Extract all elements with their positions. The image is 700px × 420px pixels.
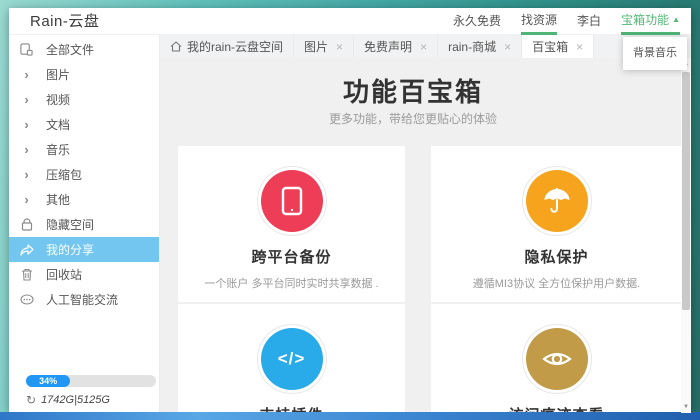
sidebar-item-label: 我的分享 <box>46 241 94 258</box>
treasure-menu-button[interactable]: 宝箱功能▲ <box>621 8 680 35</box>
chevron-right-icon: › <box>19 167 34 182</box>
card-description: 遵循MI3协议 全方位保护用户数据. <box>431 275 682 291</box>
code-icon: </> <box>261 328 323 390</box>
code-glyph: </> <box>278 349 306 369</box>
tab-my-cloud-space[interactable]: 我的rain-云盘空间 <box>160 35 294 58</box>
card-title: 跨平台备份 <box>178 246 405 267</box>
page-subtitle: 更多功能，带给您更贴心的体验 <box>160 110 666 127</box>
app-window: Rain-云盘 永久免费 找资源 李白 宝箱功能▲ 背景音乐 全部文件 › 图片 <box>9 8 691 413</box>
storage-progress: 34% <box>26 375 156 387</box>
sidebar-item-label: 人工智能交流 <box>46 291 118 308</box>
header: Rain-云盘 永久免费 找资源 李白 宝箱功能▲ <box>9 8 691 35</box>
card-description: 一个账户 多平台同时实时共享数据 . <box>178 275 405 291</box>
sidebar-item-music[interactable]: › 音乐 <box>9 137 159 162</box>
card-icon-ring <box>522 324 592 394</box>
tab-free-statement[interactable]: 免费声明 × <box>354 35 438 58</box>
share-icon <box>19 242 34 257</box>
header-link-find-resources[interactable]: 找资源 <box>521 8 557 35</box>
eye-icon <box>526 328 588 390</box>
app-title: Rain-云盘 <box>30 8 99 34</box>
tab-images[interactable]: 图片 × <box>294 35 354 58</box>
page-title: 功能百宝箱 <box>160 72 666 109</box>
header-link-free-forever[interactable]: 永久免费 <box>453 8 501 35</box>
card-icon-ring <box>257 166 327 236</box>
sidebar-item-label: 视频 <box>46 91 70 108</box>
sidebar-item-videos[interactable]: › 视频 <box>9 87 159 112</box>
tab-label: 百宝箱 <box>532 38 568 55</box>
sidebar-item-label: 音乐 <box>46 141 70 158</box>
card-plugin-support[interactable]: </> 支持插件 <box>178 304 405 413</box>
header-link-username[interactable]: 李白 <box>577 8 601 35</box>
files-icon <box>19 42 34 57</box>
tab-rain-mall[interactable]: rain-商城 × <box>438 35 522 58</box>
chevron-up-icon: ▲ <box>672 15 680 24</box>
chevron-right-icon: › <box>19 117 34 132</box>
card-access-trace-view[interactable]: 访问痕迹查看 <box>431 304 682 413</box>
storage-section: 34% ↻ 1742G|5125G <box>9 375 160 407</box>
sidebar-item-label: 其他 <box>46 191 70 208</box>
sidebar-item-label: 文档 <box>46 116 70 133</box>
chat-icon <box>19 292 34 307</box>
sidebar-item-images[interactable]: › 图片 <box>9 62 159 87</box>
sidebar-item-all-files[interactable]: 全部文件 <box>9 37 159 62</box>
scrollbar-thumb[interactable] <box>682 72 690 310</box>
scroll-down-icon[interactable]: ▼ <box>683 401 689 413</box>
chevron-right-icon: › <box>19 92 34 107</box>
phone-icon <box>261 170 323 232</box>
chevron-right-icon: › <box>19 192 34 207</box>
chevron-right-icon: › <box>19 67 34 82</box>
card-icon-ring: </> <box>257 324 327 394</box>
desktop-bottom-edge <box>0 412 700 420</box>
sidebar-item-label: 回收站 <box>46 266 82 283</box>
feature-cards: 跨平台备份 一个账户 多平台同时实时共享数据 . 隐私保护 遵循MI3协议 全方… <box>178 146 682 413</box>
sidebar-item-other[interactable]: › 其他 <box>9 187 159 212</box>
chevron-right-icon: › <box>19 142 34 157</box>
tab-label: 图片 <box>304 38 328 55</box>
close-icon[interactable]: × <box>336 40 343 54</box>
sidebar-item-archives[interactable]: › 压缩包 <box>9 162 159 187</box>
close-icon[interactable]: × <box>576 40 583 54</box>
card-privacy-protection[interactable]: 隐私保护 遵循MI3协议 全方位保护用户数据. <box>431 146 682 302</box>
sidebar-item-label: 全部文件 <box>46 41 94 58</box>
sidebar: 全部文件 › 图片 › 视频 › 文档 › 音乐 › 压缩包 <box>9 35 160 413</box>
close-icon[interactable]: × <box>420 40 427 54</box>
tab-label: 免费声明 <box>364 38 412 55</box>
main-content: 功能百宝箱 更多功能，带给您更贴心的体验 跨平台备份 一个账户 多平台同时实时共… <box>160 58 691 413</box>
sidebar-item-label: 隐藏空间 <box>46 216 94 233</box>
sidebar-item-documents[interactable]: › 文档 <box>9 112 159 137</box>
card-cross-platform-backup[interactable]: 跨平台备份 一个账户 多平台同时实时共享数据 . <box>178 146 405 302</box>
card-title: 隐私保护 <box>431 246 682 267</box>
close-icon[interactable]: × <box>504 40 511 54</box>
treasure-menu-label: 宝箱功能 <box>621 13 669 27</box>
sidebar-item-hidden-space[interactable]: 隐藏空间 <box>9 212 159 237</box>
trash-icon <box>19 267 34 282</box>
header-links: 永久免费 找资源 李白 宝箱功能▲ <box>453 8 691 34</box>
sidebar-item-ai-chat[interactable]: 人工智能交流 <box>9 287 159 312</box>
storage-usage-text: 1742G|5125G <box>41 394 110 406</box>
dropdown-menu: 背景音乐 <box>623 37 687 70</box>
tab-label: 我的rain-云盘空间 <box>187 38 283 55</box>
dropdown-item-background-music[interactable]: 背景音乐 <box>623 37 687 70</box>
home-icon <box>170 41 182 52</box>
sidebar-item-label: 图片 <box>46 66 70 83</box>
sync-icon[interactable]: ↻ <box>26 393 36 407</box>
tab-treasure-box[interactable]: 百宝箱 × <box>522 35 594 58</box>
storage-progress-fill: 34% <box>26 375 70 387</box>
umbrella-icon <box>526 170 588 232</box>
sidebar-item-label: 压缩包 <box>46 166 82 183</box>
lock-icon <box>19 217 34 232</box>
card-icon-ring <box>522 166 592 236</box>
sidebar-item-my-shares[interactable]: 我的分享 <box>9 237 159 262</box>
tab-bar: 我的rain-云盘空间 图片 × 免费声明 × rain-商城 × 百宝箱 × <box>160 35 691 58</box>
scrollbar[interactable]: ▲ ▼ <box>681 58 691 413</box>
tab-label: rain-商城 <box>448 38 496 55</box>
sidebar-item-recycle-bin[interactable]: 回收站 <box>9 262 159 287</box>
